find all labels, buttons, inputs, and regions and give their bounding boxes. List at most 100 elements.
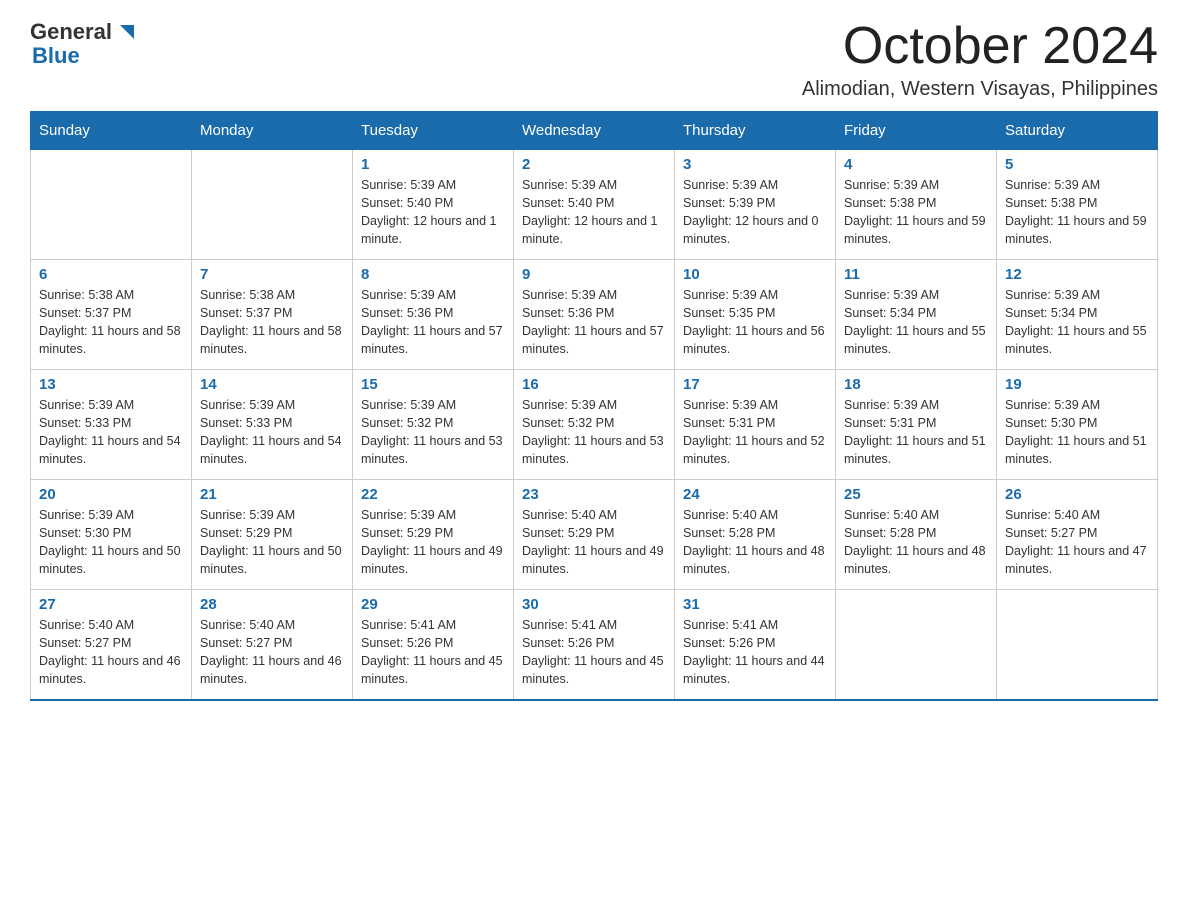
calendar-day-cell: 13 Sunrise: 5:39 AMSunset: 5:33 PMDayligh… xyxy=(31,370,192,480)
calendar-day-cell: 20Sunrise: 5:39 AMSunset: 5:30 PMDayligh… xyxy=(31,480,192,590)
weekday-header-sunday: Sunday xyxy=(31,112,192,150)
calendar-day-cell: 19Sunrise: 5:39 AMSunset: 5:30 PMDayligh… xyxy=(997,370,1158,480)
weekday-header-friday: Friday xyxy=(836,112,997,150)
logo-general-text: General xyxy=(30,20,112,44)
calendar-week-row: 27 Sunrise: 5:40 AMSunset: 5:27 PMDayligh… xyxy=(31,590,1158,700)
calendar-day-cell: 31 Sunrise: 5:41 AMSunset: 5:26 PMDayligh… xyxy=(675,590,836,700)
day-number: 28 xyxy=(200,596,344,613)
day-info: Sunrise: 5:39 AMSunset: 5:29 PMDaylight:… xyxy=(200,506,344,579)
calendar-day-cell: 18Sunrise: 5:39 AMSunset: 5:31 PMDayligh… xyxy=(836,370,997,480)
logo[interactable]: General Blue xyxy=(30,20,136,68)
day-info: Sunrise: 5:39 AMSunset: 5:35 PMDaylight:… xyxy=(683,286,827,359)
calendar-day-cell: 7 Sunrise: 5:38 AMSunset: 5:37 PMDaylight… xyxy=(192,260,353,370)
calendar-day-cell: 29 Sunrise: 5:41 AMSunset: 5:26 PMDayligh… xyxy=(353,590,514,700)
day-info: Sunrise: 5:41 AMSunset: 5:26 PMDaylight:… xyxy=(361,616,505,689)
calendar-day-cell: 3 Sunrise: 5:39 AMSunset: 5:39 PMDaylight… xyxy=(675,150,836,260)
day-info: Sunrise: 5:40 AMSunset: 5:27 PMDaylight:… xyxy=(39,616,183,689)
day-number: 26 xyxy=(1005,486,1149,503)
day-info: Sunrise: 5:40 AMSunset: 5:29 PMDaylight:… xyxy=(522,506,666,579)
calendar-day-cell: 10 Sunrise: 5:39 AMSunset: 5:35 PMDayligh… xyxy=(675,260,836,370)
calendar-day-cell: 17 Sunrise: 5:39 AMSunset: 5:31 PMDayligh… xyxy=(675,370,836,480)
weekday-header-row: SundayMondayTuesdayWednesdayThursdayFrid… xyxy=(31,112,1158,150)
calendar-day-cell: 26 Sunrise: 5:40 AMSunset: 5:27 PMDayligh… xyxy=(997,480,1158,590)
calendar-day-cell: 23 Sunrise: 5:40 AMSunset: 5:29 PMDayligh… xyxy=(514,480,675,590)
day-info: Sunrise: 5:39 AMSunset: 5:36 PMDaylight:… xyxy=(522,286,666,359)
calendar-table: SundayMondayTuesdayWednesdayThursdayFrid… xyxy=(30,111,1158,701)
calendar-day-cell: 5Sunrise: 5:39 AMSunset: 5:38 PMDaylight… xyxy=(997,150,1158,260)
day-info: Sunrise: 5:39 AMSunset: 5:30 PMDaylight:… xyxy=(1005,396,1149,469)
calendar-week-row: 6Sunrise: 5:38 AMSunset: 5:37 PMDaylight… xyxy=(31,260,1158,370)
page-header: General Blue October 2024 Alimodian, Wes… xyxy=(30,20,1158,101)
day-number: 18 xyxy=(844,376,988,393)
calendar-day-cell: 15Sunrise: 5:39 AMSunset: 5:32 PMDayligh… xyxy=(353,370,514,480)
day-number: 10 xyxy=(683,266,827,283)
day-number: 25 xyxy=(844,486,988,503)
day-info: Sunrise: 5:39 AMSunset: 5:34 PMDaylight:… xyxy=(1005,286,1149,359)
calendar-day-cell: 2 Sunrise: 5:39 AMSunset: 5:40 PMDaylight… xyxy=(514,150,675,260)
day-number: 11 xyxy=(844,266,988,283)
calendar-day-cell: 12 Sunrise: 5:39 AMSunset: 5:34 PMDayligh… xyxy=(997,260,1158,370)
calendar-day-cell xyxy=(836,590,997,700)
calendar-day-cell: 9 Sunrise: 5:39 AMSunset: 5:36 PMDaylight… xyxy=(514,260,675,370)
day-info: Sunrise: 5:40 AMSunset: 5:27 PMDaylight:… xyxy=(200,616,344,689)
day-number: 27 xyxy=(39,596,183,613)
day-number: 23 xyxy=(522,486,666,503)
day-info: Sunrise: 5:39 AMSunset: 5:38 PMDaylight:… xyxy=(1005,176,1149,249)
day-number: 4 xyxy=(844,156,988,173)
day-info: Sunrise: 5:39 AMSunset: 5:29 PMDaylight:… xyxy=(361,506,505,579)
day-info: Sunrise: 5:39 AMSunset: 5:31 PMDaylight:… xyxy=(683,396,827,469)
day-info: Sunrise: 5:39 AMSunset: 5:30 PMDaylight:… xyxy=(39,506,183,579)
day-number: 21 xyxy=(200,486,344,503)
day-number: 3 xyxy=(683,156,827,173)
day-info: Sunrise: 5:38 AMSunset: 5:37 PMDaylight:… xyxy=(200,286,344,359)
day-number: 8 xyxy=(361,266,505,283)
weekday-header-tuesday: Tuesday xyxy=(353,112,514,150)
calendar-week-row: 20Sunrise: 5:39 AMSunset: 5:30 PMDayligh… xyxy=(31,480,1158,590)
day-number: 9 xyxy=(522,266,666,283)
day-info: Sunrise: 5:41 AMSunset: 5:26 PMDaylight:… xyxy=(522,616,666,689)
day-number: 12 xyxy=(1005,266,1149,283)
day-info: Sunrise: 5:38 AMSunset: 5:37 PMDaylight:… xyxy=(39,286,183,359)
calendar-day-cell: 22Sunrise: 5:39 AMSunset: 5:29 PMDayligh… xyxy=(353,480,514,590)
calendar-header: SundayMondayTuesdayWednesdayThursdayFrid… xyxy=(31,112,1158,150)
location-subtitle: Alimodian, Western Visayas, Philippines xyxy=(802,78,1158,101)
calendar-day-cell: 25Sunrise: 5:40 AMSunset: 5:28 PMDayligh… xyxy=(836,480,997,590)
month-title: October 2024 xyxy=(802,20,1158,72)
day-info: Sunrise: 5:39 AMSunset: 5:40 PMDaylight:… xyxy=(522,176,666,249)
calendar-day-cell: 16 Sunrise: 5:39 AMSunset: 5:32 PMDayligh… xyxy=(514,370,675,480)
day-info: Sunrise: 5:39 AMSunset: 5:32 PMDaylight:… xyxy=(522,396,666,469)
weekday-header-thursday: Thursday xyxy=(675,112,836,150)
calendar-day-cell: 4Sunrise: 5:39 AMSunset: 5:38 PMDaylight… xyxy=(836,150,997,260)
day-number: 2 xyxy=(522,156,666,173)
day-number: 31 xyxy=(683,596,827,613)
calendar-day-cell: 6Sunrise: 5:38 AMSunset: 5:37 PMDaylight… xyxy=(31,260,192,370)
calendar-day-cell: 21 Sunrise: 5:39 AMSunset: 5:29 PMDayligh… xyxy=(192,480,353,590)
day-number: 14 xyxy=(200,376,344,393)
day-info: Sunrise: 5:40 AMSunset: 5:28 PMDaylight:… xyxy=(683,506,827,579)
day-info: Sunrise: 5:39 AMSunset: 5:34 PMDaylight:… xyxy=(844,286,988,359)
day-number: 7 xyxy=(200,266,344,283)
day-info: Sunrise: 5:39 AMSunset: 5:33 PMDaylight:… xyxy=(39,396,183,469)
calendar-day-cell xyxy=(31,150,192,260)
calendar-day-cell: 11 Sunrise: 5:39 AMSunset: 5:34 PMDayligh… xyxy=(836,260,997,370)
logo-blue-text: Blue xyxy=(32,43,80,68)
day-info: Sunrise: 5:39 AMSunset: 5:32 PMDaylight:… xyxy=(361,396,505,469)
calendar-week-row: 13 Sunrise: 5:39 AMSunset: 5:33 PMDayligh… xyxy=(31,370,1158,480)
calendar-day-cell: 1Sunrise: 5:39 AMSunset: 5:40 PMDaylight… xyxy=(353,150,514,260)
day-info: Sunrise: 5:39 AMSunset: 5:36 PMDaylight:… xyxy=(361,286,505,359)
day-number: 17 xyxy=(683,376,827,393)
day-number: 24 xyxy=(683,486,827,503)
weekday-header-saturday: Saturday xyxy=(997,112,1158,150)
day-info: Sunrise: 5:39 AMSunset: 5:39 PMDaylight:… xyxy=(683,176,827,249)
calendar-day-cell: 14Sunrise: 5:39 AMSunset: 5:33 PMDayligh… xyxy=(192,370,353,480)
weekday-header-wednesday: Wednesday xyxy=(514,112,675,150)
day-info: Sunrise: 5:41 AMSunset: 5:26 PMDaylight:… xyxy=(683,616,827,689)
day-info: Sunrise: 5:40 AMSunset: 5:27 PMDaylight:… xyxy=(1005,506,1149,579)
calendar-day-cell: 24 Sunrise: 5:40 AMSunset: 5:28 PMDayligh… xyxy=(675,480,836,590)
day-number: 16 xyxy=(522,376,666,393)
calendar-body: 1Sunrise: 5:39 AMSunset: 5:40 PMDaylight… xyxy=(31,150,1158,700)
day-info: Sunrise: 5:39 AMSunset: 5:40 PMDaylight:… xyxy=(361,176,505,249)
day-number: 29 xyxy=(361,596,505,613)
calendar-day-cell xyxy=(192,150,353,260)
day-number: 13 xyxy=(39,376,183,393)
